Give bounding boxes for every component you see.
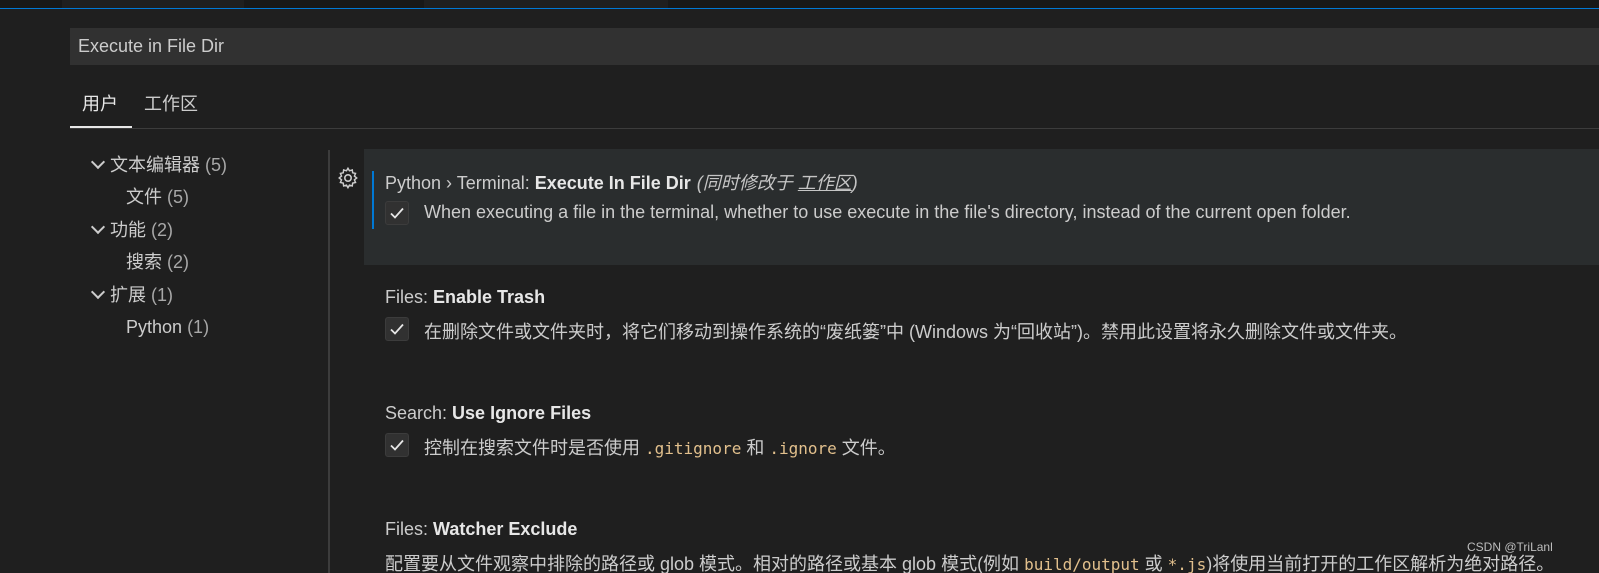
tab-workspace[interactable]: 工作区	[132, 86, 210, 128]
toc-item-count: (2)	[151, 220, 174, 240]
also-modified-prefix: (同时修改于	[696, 173, 798, 193]
setting-checkbox[interactable]	[385, 317, 409, 341]
also-modified-suffix: )	[851, 173, 858, 193]
toc-item-label: 文件	[126, 187, 162, 207]
also-modified-link[interactable]: 工作区	[798, 173, 852, 193]
toc-item-count: (1)	[151, 285, 174, 305]
setting-description: 控制在搜索文件时是否使用 .gitignore 和 .ignore 文件。	[424, 434, 896, 460]
description-text: 控制在搜索文件时是否使用	[424, 438, 645, 458]
editor-tab[interactable]	[424, 0, 668, 8]
toc-item-count: (1)	[187, 317, 210, 337]
chevron-down-icon	[88, 215, 110, 245]
description-text: )将使用当前打开的工作区解析为绝对路径。	[1206, 554, 1555, 573]
toc-item-label: 功能	[110, 220, 146, 240]
setting-title: Files: Watcher Exclude	[385, 519, 577, 540]
setting-description: 在删除文件或文件夹时，将它们移动到操作系统的“废纸篓”中 (Windows 为“…	[424, 322, 1407, 342]
editor-tab[interactable]	[0, 0, 60, 8]
setting-key: Use Ignore Files	[452, 403, 592, 423]
editor-tab[interactable]	[246, 0, 422, 8]
settings-scope-tabs: 用户 工作区	[70, 86, 1599, 129]
toc-item-count: (5)	[205, 155, 228, 175]
chevron-down-icon	[88, 280, 110, 310]
modified-indicator	[372, 171, 374, 229]
check-icon	[390, 323, 404, 335]
toc-item-count: (2)	[167, 252, 190, 272]
also-modified-in: (同时修改于 工作区)	[697, 173, 858, 193]
toc-item-python[interactable]: Python (1)	[126, 312, 209, 342]
setting-checkbox[interactable]	[385, 433, 409, 457]
setting-category: Files:	[385, 519, 434, 539]
code-gitignore: .gitignore	[645, 439, 742, 458]
toc-item-label: 搜索	[126, 252, 162, 272]
setting-title: Python › Terminal: Execute In File Dir (同…	[385, 169, 858, 195]
setting-category: Files:	[385, 287, 434, 307]
watermark: CSDN @TriLanl	[1467, 540, 1553, 554]
toc-item-features[interactable]: 功能 (2)	[88, 215, 173, 245]
description-text: 或	[1139, 554, 1168, 573]
code-build-output: build/output	[1024, 555, 1140, 573]
toc-item-search[interactable]: 搜索 (2)	[126, 247, 189, 277]
chevron-down-icon	[88, 150, 110, 180]
setting-files-watcher-exclude[interactable]: Files: Watcher Exclude 配置要从文件观察中排除的路径或 g…	[364, 497, 1599, 573]
setting-title: Files: Enable Trash	[385, 287, 545, 308]
setting-key: Enable Trash	[433, 287, 546, 307]
description-text: 配置要从文件观察中排除的路径或 glob 模式。相对的路径或基本 glob 模式…	[385, 554, 1025, 573]
settings-search-input[interactable]	[78, 36, 1591, 57]
editor-tab[interactable]	[62, 0, 244, 8]
editor-tab-strip	[0, 0, 1599, 9]
toc-item-extensions[interactable]: 扩展 (1)	[88, 280, 173, 310]
tab-user[interactable]: 用户	[70, 86, 132, 128]
settings-search-box[interactable]	[70, 28, 1599, 65]
setting-key: Watcher Exclude	[433, 519, 578, 539]
setting-category: Python › Terminal:	[385, 173, 535, 193]
code-ignore: .ignore	[769, 439, 837, 458]
setting-title: Search: Use Ignore Files	[385, 403, 591, 424]
setting-files-enable-trash[interactable]: Files: Enable Trash 在删除文件或文件夹时，将它们移动到操作系…	[364, 265, 1599, 381]
setting-description: 配置要从文件观察中排除的路径或 glob 模式。相对的路径或基本 glob 模式…	[385, 550, 1554, 573]
description-text: 文件。	[836, 438, 896, 458]
setting-checkbox[interactable]	[385, 201, 409, 225]
toc-item-text-editor[interactable]: 文本编辑器 (5)	[88, 150, 227, 180]
toc-item-files[interactable]: 文件 (5)	[126, 182, 189, 212]
setting-python-terminal-execute-in-file-dir[interactable]: Python › Terminal: Execute In File Dir (同…	[364, 149, 1599, 265]
toc-item-count: (5)	[167, 187, 190, 207]
setting-category: Search:	[385, 403, 453, 423]
toc-item-label: 扩展	[110, 285, 146, 305]
settings-editor: 用户 工作区 文本编辑器 (5) 文件 (5) 功能 (2) 搜索 (2) 扩展…	[0, 0, 1599, 573]
toc-sash[interactable]	[328, 150, 330, 573]
toc-item-label: 文本编辑器	[110, 155, 200, 175]
setting-search-use-ignore-files[interactable]: Search: Use Ignore Files 控制在搜索文件时是否使用 .g…	[364, 381, 1599, 497]
toc-item-label: Python	[126, 317, 183, 337]
gear-icon[interactable]	[336, 166, 360, 190]
description-text: 和	[741, 438, 770, 458]
check-icon	[390, 439, 404, 451]
check-icon	[390, 207, 404, 219]
setting-key: Execute In File Dir	[534, 173, 691, 193]
code-js-glob: *.js	[1167, 555, 1207, 573]
setting-description: When executing a file in the terminal, w…	[424, 202, 1351, 222]
